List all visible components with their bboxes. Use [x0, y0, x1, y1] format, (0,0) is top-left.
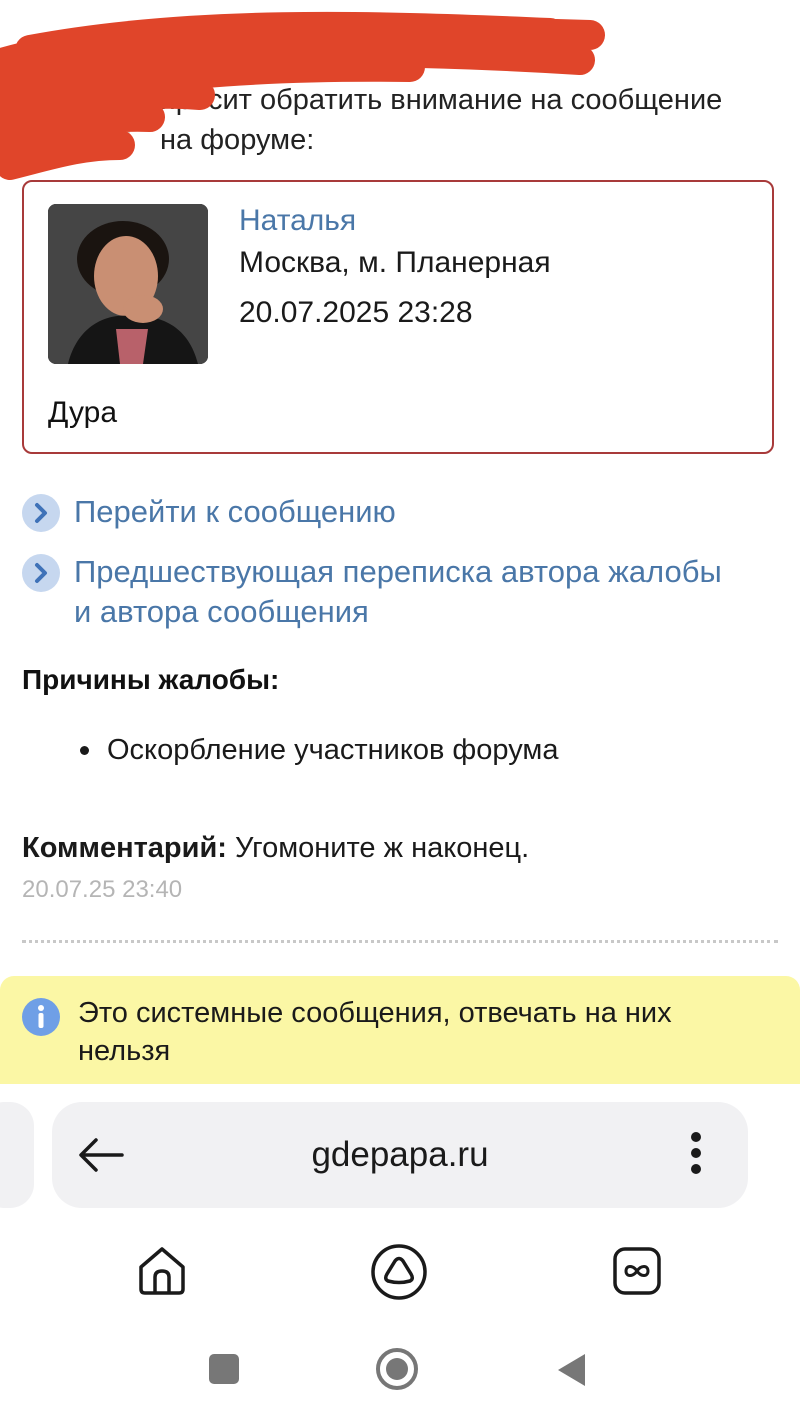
chevron-right-icon	[22, 554, 60, 592]
author-location: Москва, м. Планерная	[239, 246, 551, 279]
post-date: 20.07.2025 23:28	[239, 296, 473, 329]
comment-text: Угомоните ж наконец.	[226, 832, 530, 864]
notice-text: Это системные сообщения, отвечать на них…	[78, 997, 672, 1067]
post-text: Дура	[48, 396, 118, 429]
tabs-infinity-icon[interactable]	[612, 1246, 662, 1296]
previous-correspondence-label[interactable]: Предшествующая переписка автора жалобы и…	[74, 552, 722, 632]
sender-avatar	[20, 40, 130, 140]
complaint-intro-text: просит обратить внимание на сообщение на…	[160, 84, 723, 156]
home-icon[interactable]	[135, 1243, 189, 1297]
recent-apps-icon[interactable]	[209, 1354, 239, 1384]
author-photo[interactable]	[48, 204, 208, 364]
reason-list-item: Оскорбление участников форума	[80, 734, 558, 767]
info-icon	[22, 998, 60, 1036]
previous-correspondence-link[interactable]: Предшествующая переписка автора жалобы и…	[22, 554, 722, 632]
goto-message-link[interactable]: Перейти к сообщению	[22, 494, 722, 532]
reason-text: Оскорбление участников форума	[107, 734, 559, 766]
url-text[interactable]: gdepapa.ru	[52, 1135, 748, 1175]
bullet-icon	[80, 746, 89, 755]
alice-assistant-icon[interactable]	[370, 1243, 428, 1301]
system-home-icon[interactable]	[375, 1347, 419, 1391]
system-back-icon[interactable]	[555, 1352, 587, 1388]
goto-message-label[interactable]: Перейти к сообщению	[74, 492, 396, 532]
address-bar[interactable]: gdepapa.ru	[52, 1102, 748, 1208]
reported-post-card: Наталья Москва, м. Планерная 20.07.2025 …	[22, 180, 774, 454]
reasons-title: Причины жалобы:	[22, 664, 280, 695]
vertical-dots-icon[interactable]	[686, 1132, 706, 1180]
comment: Комментарий: Угомоните ж наконец.	[22, 832, 529, 865]
chevron-right-icon	[22, 494, 60, 532]
comment-label: Комментарий:	[22, 832, 227, 864]
comment-timestamp: 20.07.25 23:40	[22, 876, 183, 903]
divider	[22, 940, 778, 943]
author-name-link[interactable]: Наталья	[239, 204, 356, 238]
previous-tab-stub[interactable]	[0, 1102, 34, 1208]
system-notice: Это системные сообщения, отвечать на них…	[0, 976, 800, 1084]
